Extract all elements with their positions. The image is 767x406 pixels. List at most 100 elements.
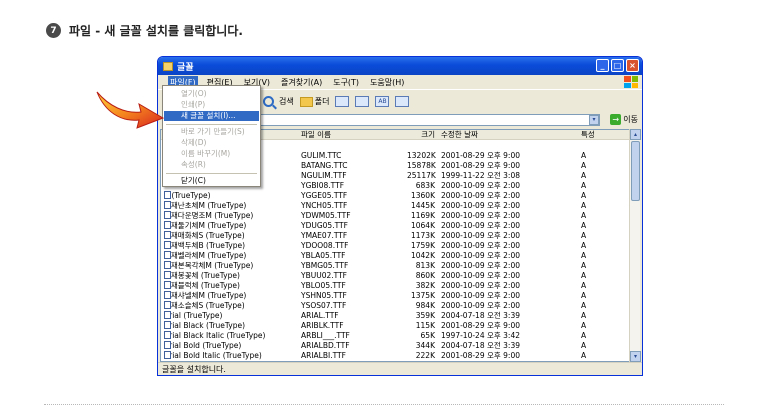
file-name: ARIALBD.TTF [301, 341, 350, 350]
menu-separator [166, 173, 257, 174]
file-size: 25117K [407, 171, 436, 180]
folders-label: 폴더 [314, 97, 330, 106]
file-size: 984K [415, 301, 435, 310]
truetype-font-icon [164, 211, 171, 219]
table-row[interactable]: 양재난초체M (TrueType) YNCH05.TTF 1445K 2000-10-… [161, 201, 630, 211]
file-name: YDUG05.TTF [301, 221, 348, 230]
table-row[interactable]: 양재매화체S (TrueType) YMAE07.TTF 1173K 2000-10-… [161, 231, 630, 241]
modified-date: 2000-10-09 오후 2:00 [441, 201, 520, 210]
table-row[interactable]: Arial (TrueType) ARIAL.TTF 359K 2004-07-18 … [161, 311, 630, 321]
file-name: YBMG05.TTF [301, 261, 349, 270]
folders-button[interactable]: 폴더 [299, 96, 330, 107]
menu-favorites[interactable]: 즐겨찾기(A) [279, 76, 324, 89]
header-file-name[interactable]: 파일 이름 [301, 130, 331, 140]
file-name: BATANG.TTC [301, 161, 348, 170]
font-name: 양재난초체M (TrueType) [164, 201, 247, 210]
menu-close[interactable]: 닫기(C) [164, 176, 259, 186]
menu-rename[interactable]: 이름 바꾸기(M) [164, 149, 259, 159]
large-icons-view-icon[interactable] [335, 96, 350, 107]
minimize-button[interactable]: _ [596, 59, 609, 72]
truetype-font-icon [164, 241, 171, 249]
search-label: 검색 [279, 97, 294, 106]
details-view-icon[interactable] [395, 96, 410, 107]
table-row[interactable]: …(TrueType) YGGE05.TTF 1360K 2000-10-09 오후 … [161, 191, 630, 201]
table-row[interactable]: 양재벨라체M (TrueType) YBLA05.TTF 1042K 2000-10-… [161, 251, 630, 261]
address-input[interactable] [218, 114, 600, 126]
modified-date: 2004-07-18 오전 3:39 [441, 311, 520, 320]
file-size: 1042K [410, 251, 435, 260]
vertical-scrollbar[interactable]: ▴ ▾ [629, 129, 641, 362]
file-name: YNCH05.TTF [301, 201, 348, 210]
table-row[interactable]: 양재백두체B (TrueType) YDOO08.TTF 1759K 2000-10-… [161, 241, 630, 251]
menu-open[interactable]: 열기(O) [164, 89, 259, 99]
title-bar[interactable]: 글꼴 _ □ × [158, 57, 642, 75]
table-row[interactable]: 양재본목각체M (TrueType) YBMG05.TTF 813K 2000-10-… [161, 261, 630, 271]
attributes: A [581, 291, 587, 300]
file-menu-dropdown: 열기(O) 인쇄(P) 새 글꼴 설치(I)... 바로 가기 만들기(S) 삭… [162, 85, 261, 187]
modified-date: 2000-10-09 오후 2:00 [441, 191, 520, 200]
table-row[interactable]: Arial Bold Italic (TrueType) ARIALBI.TTF 2… [161, 351, 630, 361]
attributes: A [581, 181, 587, 190]
attributes: A [581, 251, 587, 260]
menu-create-shortcut[interactable]: 바로 가기 만들기(S) [164, 127, 259, 137]
file-size: 683K [415, 181, 435, 190]
go-label: 이동 [623, 115, 638, 124]
close-button[interactable]: × [626, 59, 639, 72]
table-row[interactable]: Arial Black (TrueType) ARIBLK.TTF 115K 2001… [161, 321, 630, 331]
attributes: A [581, 231, 587, 240]
file-name: YGBI08.TTF [301, 181, 345, 190]
attributes: A [581, 351, 587, 360]
instruction-text: 파일 - 새 글꼴 설치를 클릭합니다. [69, 24, 243, 38]
header-attributes[interactable]: 특성 [581, 130, 595, 140]
attributes: A [581, 281, 587, 290]
header-modified-date[interactable]: 수정한 날짜 [441, 130, 478, 140]
table-row[interactable]: 양재블럭체 (TrueType) YBLO05.TTF 382K 2000-10-09… [161, 281, 630, 291]
table-row[interactable]: 양재소슬체S (TrueType) YSOS07.TTF 984K 2000-10-0… [161, 301, 630, 311]
file-name: YSOS07.TTF [301, 301, 347, 310]
font-name: 양재봉꽃체 (TrueType) [164, 271, 240, 280]
menu-properties[interactable]: 속성(R) [164, 160, 259, 170]
attributes: A [581, 211, 587, 220]
address-dropdown-button[interactable]: ▾ [589, 115, 599, 125]
table-row[interactable]: Arial Bold (TrueType) ARIALBD.TTF 344K 2004… [161, 341, 630, 351]
table-row[interactable]: 양재샤넬체M (TrueType) YSHN05.TTF 1375K 2000-10-… [161, 291, 630, 301]
menu-install-new-font[interactable]: 새 글꼴 설치(I)... [164, 111, 259, 121]
modified-date: 2000-10-09 오후 2:00 [441, 271, 520, 280]
list-view-icon[interactable] [355, 96, 370, 107]
modified-date: 1997-10-24 오후 3:42 [441, 331, 520, 340]
menu-help[interactable]: 도움말(H) [368, 76, 406, 89]
font-name: 양재벨라체M (TrueType) [164, 251, 247, 260]
attributes: A [581, 161, 587, 170]
table-row[interactable]: 양재다운명조M (TrueType) YDWM05.TTF 1169K 2000-10… [161, 211, 630, 221]
font-name: 양재소슬체S (TrueType) [164, 301, 245, 310]
table-row[interactable]: 양재봉꽃체 (TrueType) YBUU02.TTF 860K 2000-10-09… [161, 271, 630, 281]
scroll-up-button[interactable]: ▴ [630, 129, 641, 140]
search-button[interactable]: 검색 [263, 96, 294, 107]
window-title: 글꼴 [177, 62, 194, 73]
font-name: 양재매화체S (TrueType) [164, 231, 245, 240]
status-bar: 글꼴을 설치합니다. [158, 362, 642, 375]
dotted-divider [44, 404, 724, 405]
menu-tools[interactable]: 도구(T) [331, 76, 361, 89]
go-arrow-icon: → [610, 114, 622, 125]
attributes: A [581, 151, 587, 160]
header-size[interactable]: 크기 [407, 130, 435, 140]
file-name: YMAE07.TTF [301, 231, 348, 240]
file-name: ARBLI___.TTF [301, 331, 350, 340]
table-row[interactable]: Arial Black Italic (TrueType) ARBLI___.TT… [161, 331, 630, 341]
menu-print[interactable]: 인쇄(P) [164, 100, 259, 110]
file-size: 1064K [410, 221, 435, 230]
file-name: YDOO08.TTF [301, 241, 349, 250]
scroll-down-button[interactable]: ▾ [630, 351, 641, 362]
menu-delete[interactable]: 삭제(D) [164, 138, 259, 148]
file-size: 359K [415, 311, 435, 320]
go-button[interactable]: → 이동 [610, 114, 638, 125]
file-name: YSHN05.TTF [301, 291, 347, 300]
similarity-view-icon[interactable]: AB [375, 96, 390, 107]
file-name: ARIBLK.TTF [301, 321, 344, 330]
file-name: ARIAL.TTF [301, 311, 339, 320]
modified-date: 2004-07-18 오전 3:39 [441, 341, 520, 350]
maximize-button[interactable]: □ [611, 59, 624, 72]
scroll-thumb[interactable] [631, 141, 640, 201]
table-row[interactable]: 양재둘기체M (TrueType) YDUG05.TTF 1064K 2000-10-… [161, 221, 630, 231]
